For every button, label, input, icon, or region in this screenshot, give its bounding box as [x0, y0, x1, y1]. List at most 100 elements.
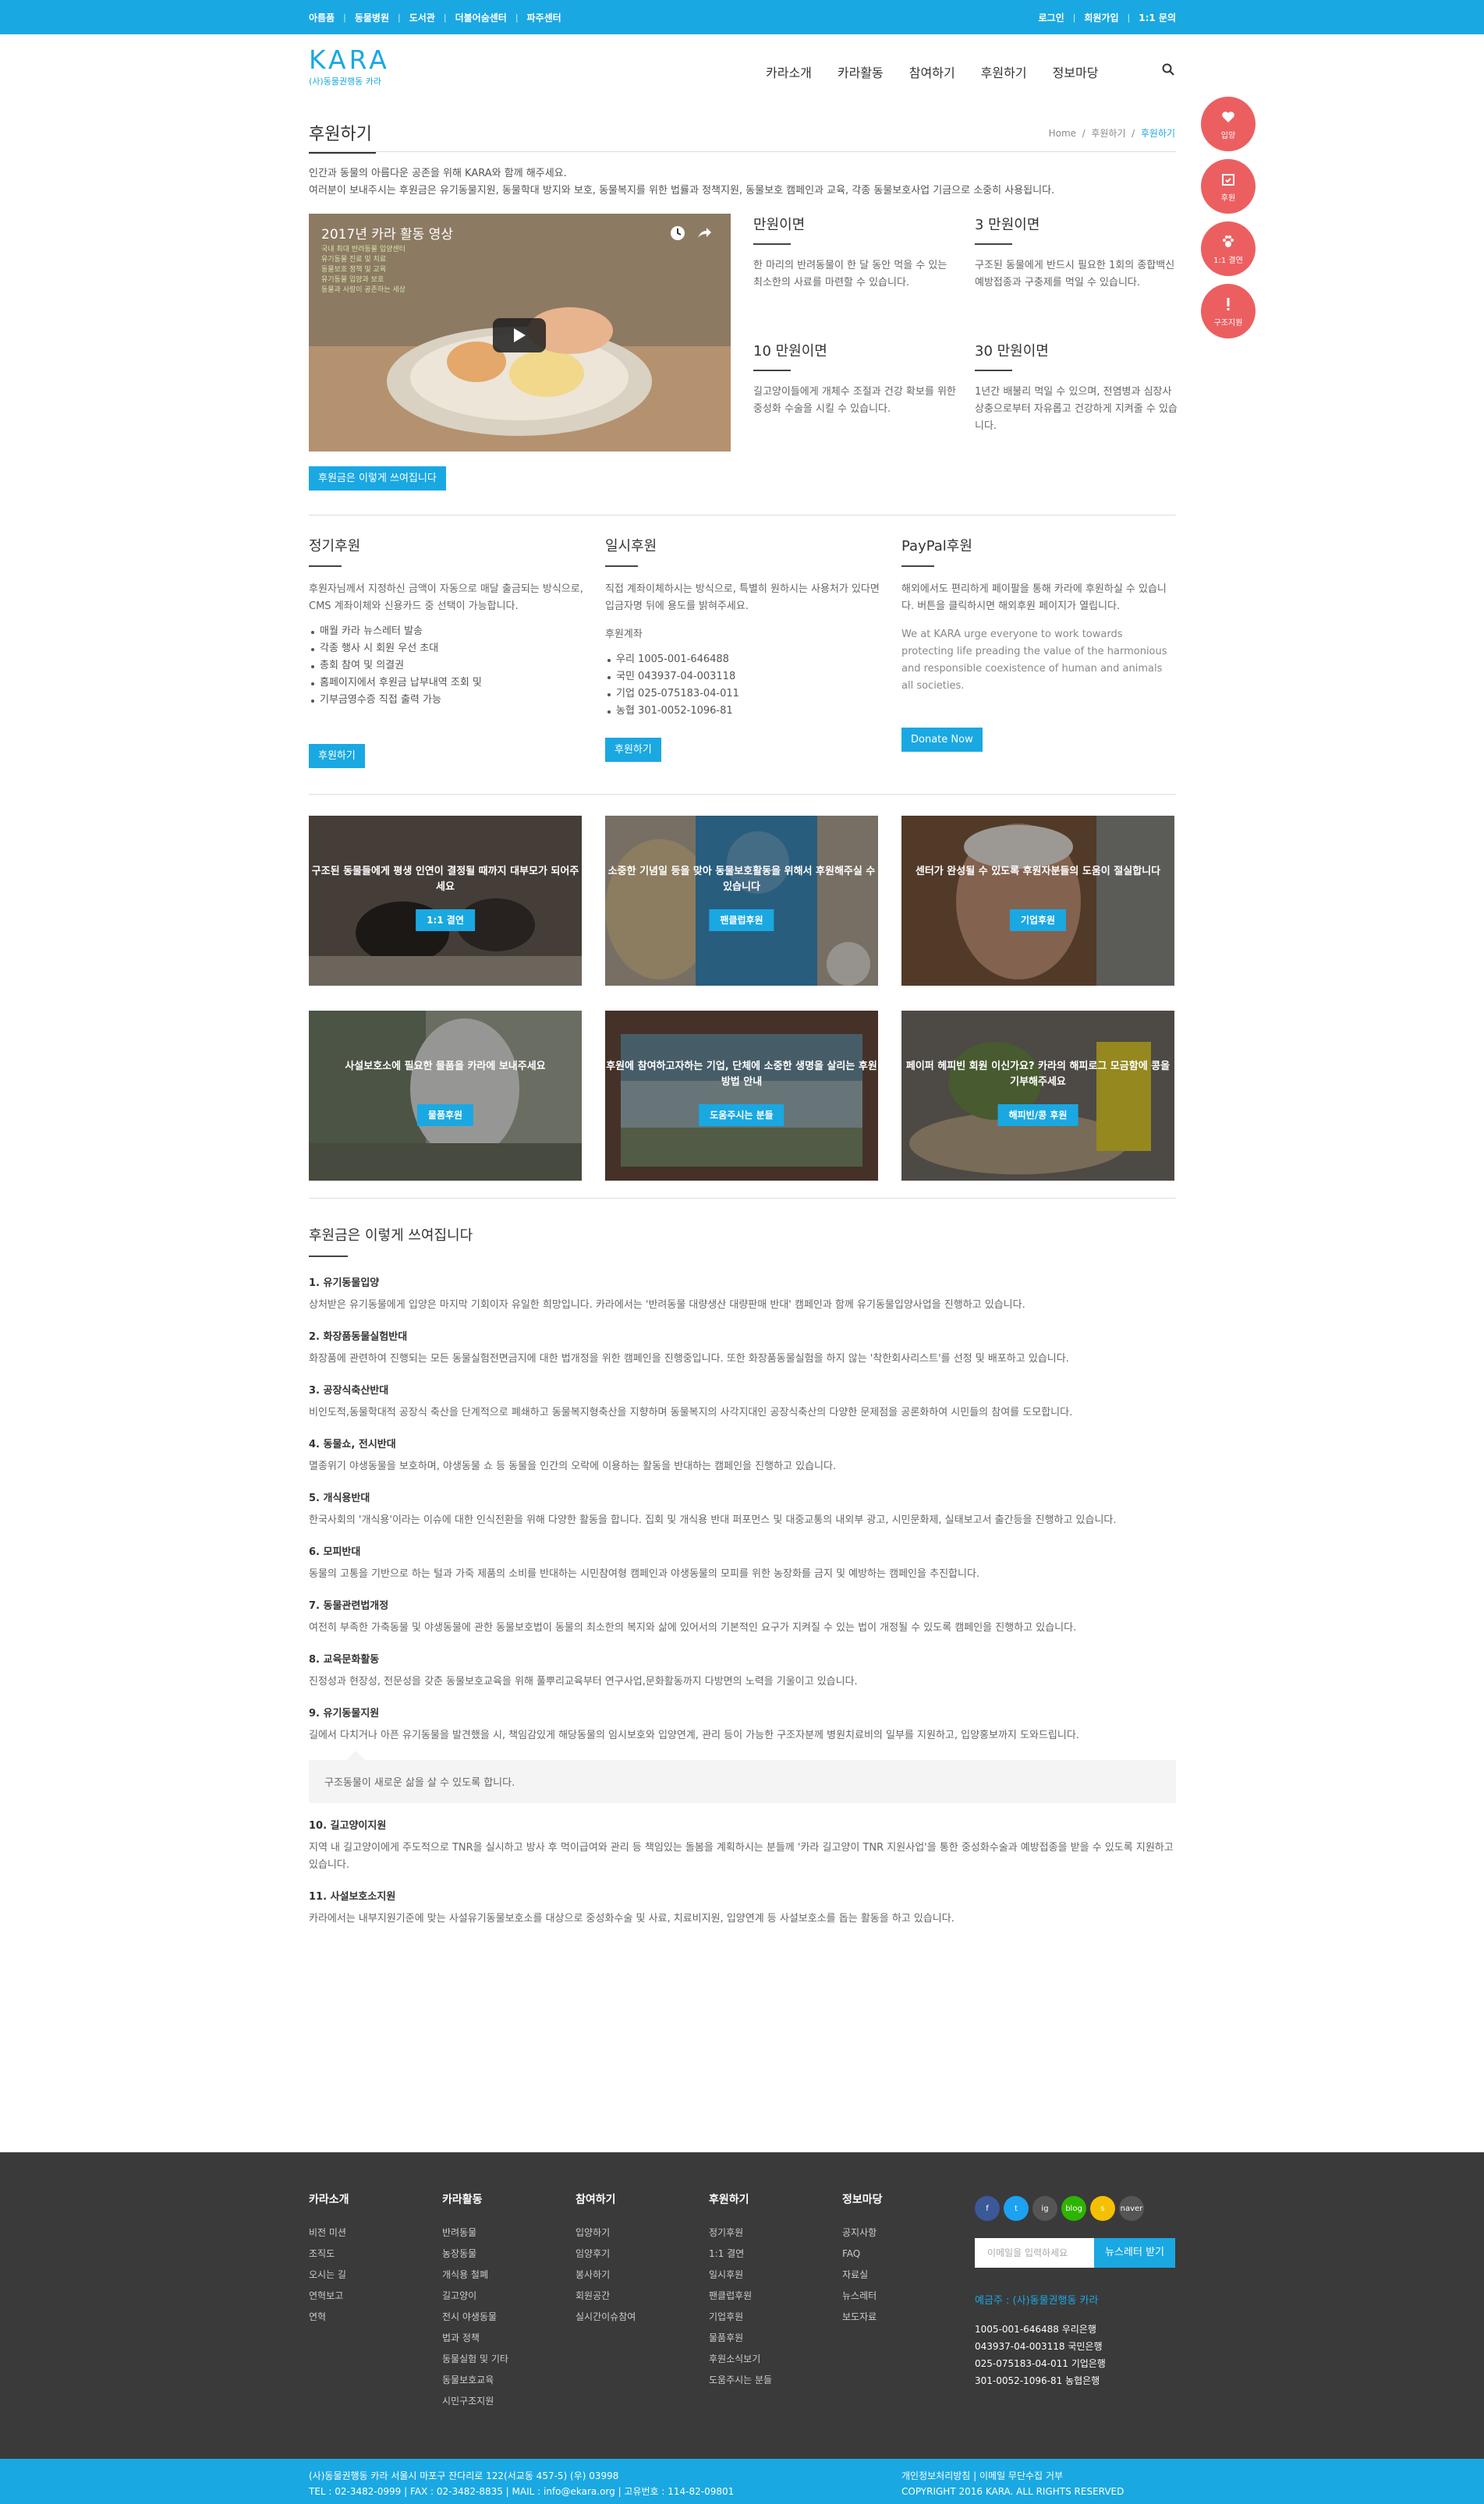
footer-link[interactable]: 길고양이	[442, 2286, 559, 2307]
paypal-donate-button[interactable]: Donate Now	[901, 728, 983, 752]
footer-link[interactable]: 조직도	[309, 2244, 426, 2265]
card-supporters[interactable]: 후원에 참여하고자하는 기업, 단체에 소중한 생명을 살리는 후원방법 안내 …	[605, 1011, 878, 1181]
top-link[interactable]: 파주센터	[527, 11, 561, 24]
side-adopt-button[interactable]: 입양	[1201, 97, 1256, 151]
login-link[interactable]: 로그인	[1039, 11, 1064, 24]
twitter-icon[interactable]: t	[1004, 2196, 1029, 2221]
card-text: 구조된 동물들에게 평생 인연이 결정될 때까지 대부모가 되어주세요	[311, 866, 579, 893]
footer-link[interactable]: 개식용 철폐	[442, 2265, 559, 2286]
naver-icon[interactable]: naver	[1119, 2196, 1144, 2221]
top-link[interactable]: 동물병원	[355, 11, 389, 24]
top-link[interactable]: 도서관	[409, 11, 435, 24]
video-overlay-text: 국내 최대 반려동물 입양센터 유기동물 진료 및 치료 동물보호 정책 및 교육 유…	[321, 246, 406, 294]
share-icon[interactable]	[696, 225, 713, 242]
footer-link[interactable]: 팬클럽후원	[709, 2286, 826, 2307]
story-icon[interactable]: s	[1090, 2196, 1115, 2221]
side-rescue-button[interactable]: 구조지원	[1201, 284, 1256, 338]
footer-link[interactable]: 정기후원	[709, 2222, 826, 2244]
nav-item-about[interactable]: 카라소개	[766, 62, 812, 81]
card-fanclub[interactable]: 소중한 기념일 등을 맞아 동물보호활동을 위해서 후원해주실 수 있습니다 팬…	[605, 816, 878, 986]
activity-video[interactable]: 2017년 카라 활동 영상 국내 최대 반려동물 입양센터 유기동물 진료 및 …	[309, 214, 731, 452]
footer-link[interactable]: 연혁보고	[309, 2286, 426, 2307]
footer-link[interactable]: 뉴스레터	[842, 2286, 959, 2307]
footer-link[interactable]: 반려동물	[442, 2222, 559, 2244]
footer-link[interactable]: 공지사항	[842, 2222, 959, 2244]
card-button[interactable]: 팬클럽후원	[709, 909, 774, 931]
one-time-donate-button[interactable]: 후원하기	[605, 738, 661, 762]
footer-link[interactable]: 동물실험 및 기타	[442, 2349, 559, 2370]
usage-item: 6. 모피반대 동물의 고통을 기반으로 하는 털과 가죽 제품의 소비를 반대하…	[309, 1546, 980, 1580]
main-nav: 카라소개 카라활동 참여하기 후원하기 정보마당	[766, 62, 1124, 81]
nav-item-info[interactable]: 정보마당	[1053, 62, 1099, 81]
usage-info-button[interactable]: 후원금은 이렇게 쓰여집니다	[309, 466, 446, 491]
footer-link[interactable]: FAQ	[842, 2244, 959, 2265]
footer-link[interactable]: 시민구조지원	[442, 2391, 559, 2412]
facebook-icon[interactable]: f	[975, 2196, 1000, 2221]
footer-col-info: 정보마당 공지사항 FAQ 자료실 뉴스레터 보도자료	[842, 2191, 959, 2328]
breadcrumb-home[interactable]: Home	[1049, 128, 1076, 139]
nav-item-donate[interactable]: 후원하기	[981, 62, 1027, 81]
footer-link[interactable]: 일시후원	[709, 2265, 826, 2286]
footer-col-activity: 카라활동 반려동물 농장동물 개식용 철폐 길고양이 전시 야생동물 법과 정책…	[442, 2191, 559, 2412]
footer-link[interactable]: 실시간이슈참여	[576, 2307, 692, 2328]
org-info: (사)동물권행동 카라 서울시 마포구 잔다리로 122(서교동 457-5) …	[309, 2470, 735, 2497]
card-happybean[interactable]: 페이퍼 헤피빈 회원 이신가요? 카라의 해피로그 모금함에 콩을 기부해주세요…	[901, 1011, 1174, 1181]
footer-link[interactable]: 도움주시는 분들	[709, 2370, 826, 2391]
card-button[interactable]: 해피빈/콩 후원	[997, 1104, 1078, 1126]
amount-block: 10 만원이면 길고양이들에게 개체수 조절과 건강 확보를 위한 중성화 수술을…	[753, 343, 956, 415]
usage-item: 5. 개식용반대 한국사회의 '개식용'이라는 이슈에 대한 인식전환을 위해 다…	[309, 1493, 1117, 1526]
blog-icon[interactable]: blog	[1061, 2196, 1086, 2221]
top-link[interactable]: 아름품	[309, 11, 335, 24]
card-goods[interactable]: 사설보호소에 필요한 물품을 카라에 보내주세요 물품후원	[309, 1011, 582, 1181]
footer-link[interactable]: 오시는 길	[309, 2265, 426, 2286]
card-text: 사설보호소에 필요한 물품을 카라에 보내주세요	[345, 1061, 546, 1072]
clock-icon[interactable]	[669, 225, 686, 242]
privacy-policy-link[interactable]: 개인정보처리방침 | 이메일 무단수집 거부	[901, 2468, 1124, 2484]
footer-link[interactable]: 농장동물	[442, 2244, 559, 2265]
card-sponsorship[interactable]: 구조된 동물들에게 평생 인연이 결정될 때까지 대부모가 되어주세요 1:1 …	[309, 816, 582, 986]
play-icon	[514, 328, 526, 342]
newsletter-subscribe-button[interactable]: 뉴스레터 받기	[1094, 2238, 1175, 2268]
regular-donation: 정기후원 후원자님께서 지정하신 금액이 자동으로 매달 출금되는 방식으로, …	[309, 535, 583, 709]
nav-item-activity[interactable]: 카라활동	[838, 62, 884, 81]
site-logo[interactable]: KARA (사)동물권행동 카라	[309, 47, 402, 90]
footer-link[interactable]: 동물보호교육	[442, 2370, 559, 2391]
card-button[interactable]: 기업후원	[1009, 909, 1067, 931]
newsletter-email-input[interactable]: 이메일을 입력하세요	[975, 2238, 1095, 2268]
footer-col-participate: 참여하기 입양하기 임양후기 봉사하기 회원공간 실시간이슈참여	[576, 2191, 692, 2328]
card-button[interactable]: 물품후원	[416, 1104, 474, 1126]
footer-link[interactable]: 봉사하기	[576, 2265, 692, 2286]
search-icon[interactable]	[1162, 63, 1174, 76]
card-corporate[interactable]: 센터가 완성될 수 있도록 후원자분들의 도움이 절실합니다 기업후원	[901, 816, 1174, 986]
card-button[interactable]: 1:1 결연	[416, 909, 475, 931]
footer-link[interactable]: 임양후기	[576, 2244, 692, 2265]
footer-link[interactable]: 물품후원	[709, 2328, 826, 2349]
footer-link[interactable]: 비전 미션	[309, 2222, 426, 2244]
footer-accounts: 예금주 : (사)동물권행동 카라 1005-001-646488 우리은행 0…	[975, 2295, 1106, 2386]
footer-link[interactable]: 기업후원	[709, 2307, 826, 2328]
nav-item-participate[interactable]: 참여하기	[909, 62, 955, 81]
footer-link[interactable]: 연혁	[309, 2307, 426, 2328]
play-button[interactable]	[493, 318, 546, 352]
footer-link[interactable]: 입양하기	[576, 2222, 692, 2244]
footer-link[interactable]: 후원소식보기	[709, 2349, 826, 2370]
side-sponsor-button[interactable]: 1:1 결연	[1201, 221, 1256, 276]
signup-link[interactable]: 회원가입	[1084, 11, 1118, 24]
footer-link[interactable]: 회원공간	[576, 2286, 692, 2307]
side-donate-button[interactable]: 후원	[1201, 159, 1256, 214]
footer-link[interactable]: 전시 야생동물	[442, 2307, 559, 2328]
footer-link[interactable]: 보도자료	[842, 2307, 959, 2328]
top-link[interactable]: 더불어숨센터	[455, 11, 507, 24]
inquiry-link[interactable]: 1:1 문의	[1139, 11, 1176, 24]
card-text: 센터가 완성될 수 있도록 후원자분들의 도움이 절실합니다	[915, 866, 1161, 877]
instagram-icon[interactable]: ig	[1032, 2196, 1057, 2221]
alert-icon	[1227, 298, 1230, 310]
card-button[interactable]: 도움주시는 분들	[699, 1104, 785, 1126]
regular-donate-button[interactable]: 후원하기	[309, 744, 365, 768]
footer-link[interactable]: 1:1 결연	[709, 2244, 826, 2265]
usage-item: 9. 유기동물지원 길에서 다치거나 아픈 유기동물을 발견했을 시, 책임감있게…	[309, 1705, 1176, 1803]
card-text: 페이퍼 헤피빈 회원 이신가요? 카라의 해피로그 모금함에 콩을 기부해주세요	[905, 1061, 1171, 1088]
breadcrumb-item[interactable]: 후원하기	[1091, 128, 1125, 139]
footer-link[interactable]: 자료실	[842, 2265, 959, 2286]
footer-link[interactable]: 법과 정책	[442, 2328, 559, 2349]
